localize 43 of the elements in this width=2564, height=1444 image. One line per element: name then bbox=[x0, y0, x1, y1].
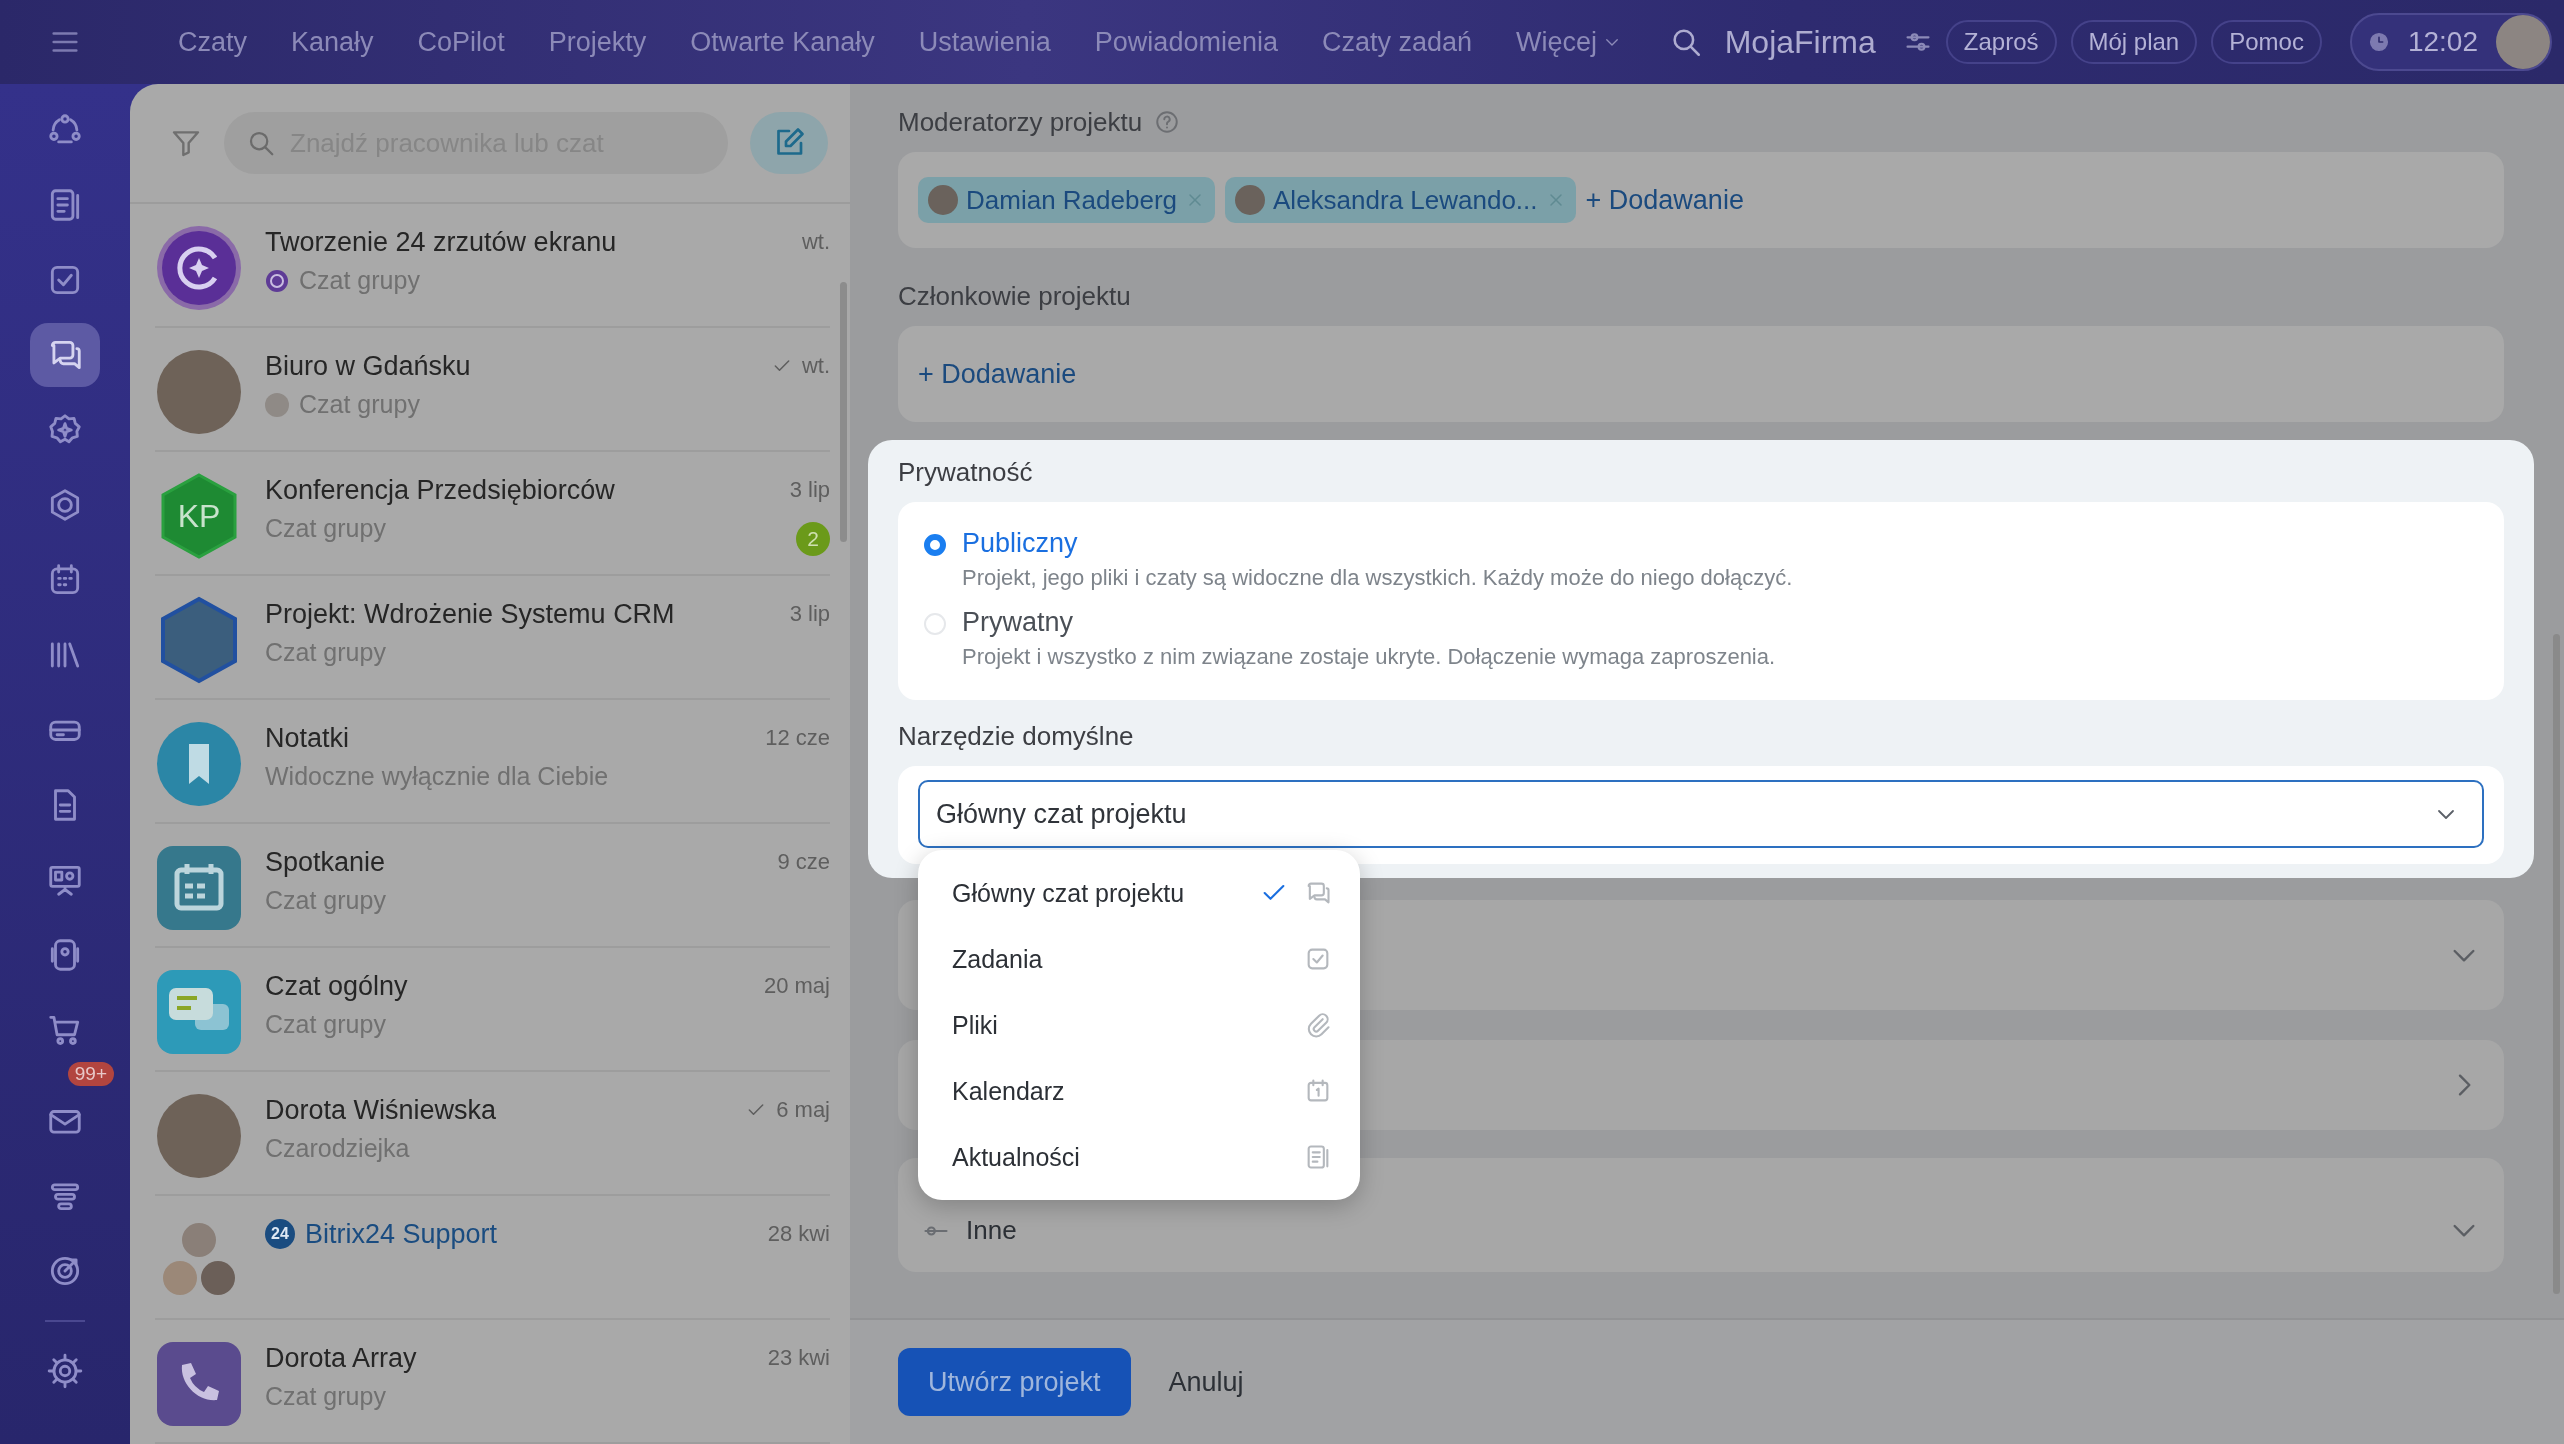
chat-date: 6 maj bbox=[776, 1097, 830, 1123]
section-label: Narzędzie domyślne bbox=[898, 720, 1134, 752]
chat-date: wt. bbox=[801, 229, 830, 255]
chat-date: 28 kwi bbox=[767, 1221, 830, 1247]
avatar-initials: KP bbox=[176, 498, 222, 535]
chat-date: 3 lip bbox=[789, 601, 830, 627]
chat-date: 23 kwi bbox=[767, 1345, 830, 1371]
chat-subtitle: Czat grupy bbox=[265, 514, 386, 543]
chat-subtitle: Czat grupy bbox=[265, 1382, 386, 1411]
section-label: Prywatność bbox=[898, 456, 1033, 488]
chat-title: Bitrix24 Support bbox=[305, 1218, 498, 1250]
chat-subtitle: Czat grupy bbox=[299, 266, 420, 295]
count-badge: 99+ bbox=[67, 1062, 114, 1086]
section-title: Inne bbox=[966, 1215, 1017, 1246]
chat-title: Spotkanie bbox=[265, 846, 386, 878]
chat-title: Tworzenie 24 zrzutów ekranu bbox=[265, 226, 617, 258]
chat-date: 3 lip bbox=[789, 477, 830, 503]
chat-title: Dorota Array bbox=[265, 1342, 417, 1374]
chat-subtitle: Czarodziejka bbox=[265, 1134, 410, 1163]
chat-title: Notatki bbox=[265, 722, 350, 754]
chat-title: Czat ogólny bbox=[265, 970, 408, 1002]
option-description: Projekt, jego pliki i czaty są widoczne dla wszystkich. Każdy może do niego dołączyć. bbox=[962, 565, 1793, 591]
chat-date: 9 cze bbox=[777, 849, 830, 875]
chat-subtitle: Czat grupy bbox=[299, 390, 420, 419]
field-label: Członkowie projektu bbox=[898, 280, 1131, 312]
chat-title: Konferencja Przedsiębiorców bbox=[265, 474, 615, 506]
option-title: Prywatny bbox=[962, 607, 1075, 638]
field-label: Moderatorzy projektu bbox=[898, 106, 1143, 138]
support-badge: 24 bbox=[265, 1219, 295, 1249]
chat-subtitle: Czat grupy bbox=[265, 1010, 386, 1039]
company-name: MojaFirma bbox=[1724, 23, 1876, 61]
option-description: Projekt i wszystko z nim związane zostaje ukryte. Dołączenie wymaga zaproszenia. bbox=[962, 644, 1776, 670]
chat-title: Dorota Wiśniewska bbox=[265, 1094, 497, 1126]
chat-date: wt. bbox=[801, 353, 830, 379]
chat-date: 20 maj bbox=[763, 973, 830, 999]
chat-title: Biuro w Gdańsku bbox=[265, 350, 471, 382]
chat-title: Projekt: Wdrożenie Systemu CRM bbox=[265, 598, 675, 630]
chat-subtitle: Czat grupy bbox=[265, 638, 386, 667]
unread-badge: 2 bbox=[796, 522, 830, 556]
chat-date: 12 cze bbox=[765, 725, 830, 751]
chat-subtitle: Widoczne wyłącznie dla Ciebie bbox=[265, 762, 609, 791]
chat-subtitle: Czat grupy bbox=[265, 886, 386, 915]
option-title: Publiczny bbox=[962, 528, 1079, 559]
